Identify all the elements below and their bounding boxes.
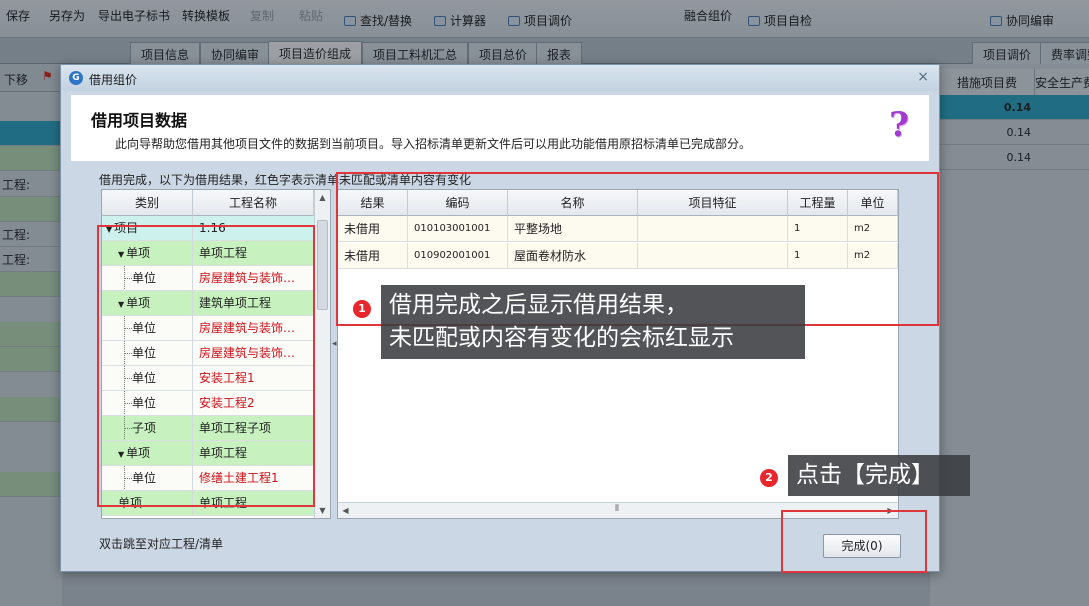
callout-step-1: 借用完成之后显示借用结果， 未匹配或内容有变化的会标红显示	[381, 285, 805, 359]
app-logo-icon: G	[69, 71, 83, 85]
step-badge-2: 2	[760, 469, 778, 487]
dialog-title: 借用组价	[89, 73, 138, 87]
callout-step-1-line1: 借用完成之后显示借用结果，	[389, 292, 688, 318]
callout-step-1-line2: 未匹配或内容有变化的会标红显示	[389, 325, 734, 351]
scroll-left-icon[interactable]: ◀	[338, 503, 353, 518]
tree-vertical-scrollbar[interactable]: ▲ ▼	[314, 190, 330, 518]
dialog-titlebar: G 借用组价 ×	[61, 65, 939, 91]
double-click-tip: 双击跳至对应工程/清单	[99, 537, 224, 551]
splitter-grip-icon: ◂	[332, 339, 337, 349]
scroll-thumb[interactable]	[317, 220, 328, 310]
scroll-grip-icon[interactable]: ⦀	[615, 504, 619, 514]
annotation-box-finish	[781, 510, 927, 573]
wizard-description: 此向导帮助您借用其他项目文件的数据到当前项目。导入招标清单更新文件后可以用此功能…	[115, 137, 752, 151]
wizard-title: 借用项目数据	[91, 111, 188, 130]
help-icon[interactable]: ?	[889, 105, 909, 145]
column-header-type[interactable]: 类别	[102, 190, 193, 216]
scroll-down-icon[interactable]: ▼	[315, 503, 330, 518]
scroll-up-icon[interactable]: ▲	[315, 190, 330, 205]
wizard-header: 借用项目数据 此向导帮助您借用其他项目文件的数据到当前项目。导入招标清单更新文件…	[71, 95, 929, 161]
callout-step-2: 点击【完成】	[788, 455, 970, 496]
close-icon[interactable]: ×	[917, 69, 929, 85]
column-header-name[interactable]: 工程名称	[193, 190, 314, 216]
tree-header: 类别 工程名称	[102, 190, 314, 216]
annotation-box-tree	[97, 225, 315, 507]
step-badge-1: 1	[353, 300, 371, 318]
